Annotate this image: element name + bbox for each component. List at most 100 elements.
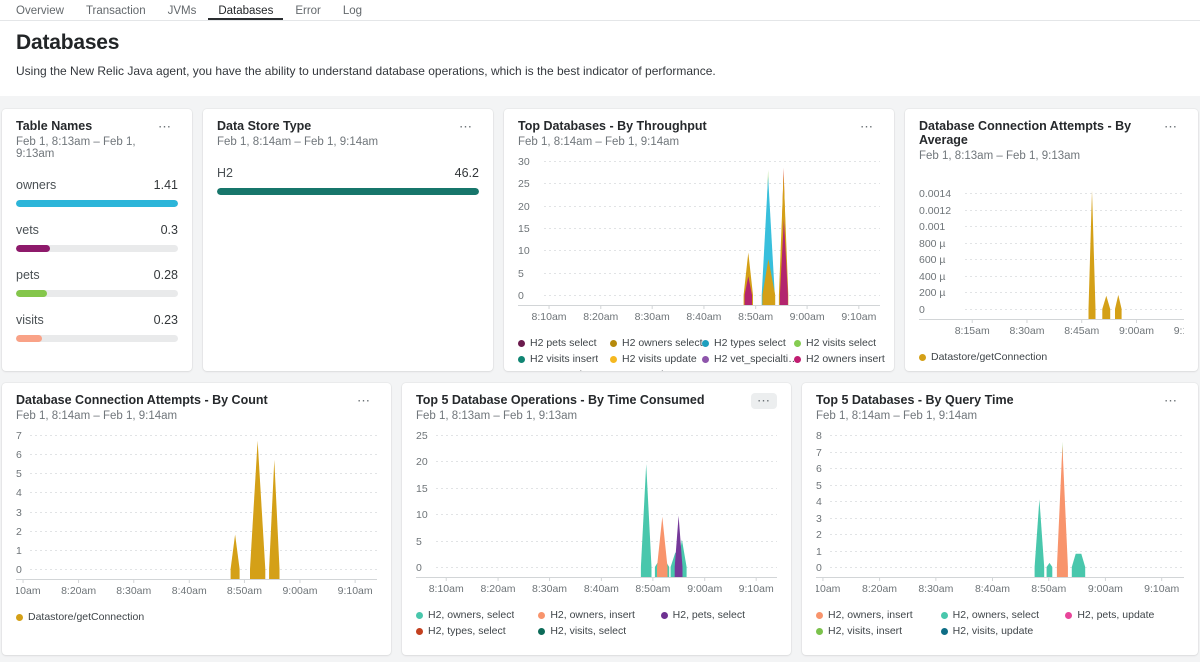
legend-item[interactable]: H2, visits, insert <box>816 625 902 637</box>
tab-transaction[interactable]: Transaction <box>76 0 156 20</box>
card-time-range: Feb 1, 8:13am – Feb 1, 9:13am <box>919 150 1158 162</box>
legend-label: H2, visits, select <box>550 625 626 637</box>
bar-value: 46.2 <box>455 166 479 180</box>
svg-text:8:15am: 8:15am <box>955 325 990 337</box>
svg-text:0.0014: 0.0014 <box>919 188 951 200</box>
svg-text:8:50am: 8:50am <box>1031 583 1066 595</box>
svg-text:9:10am: 9:10am <box>739 583 774 595</box>
tab-databases[interactable]: Databases <box>208 0 283 20</box>
card-menu-button[interactable]: ⋯ <box>854 119 880 135</box>
legend-item[interactable]: H2, pets, update <box>1065 609 1154 621</box>
svg-text:0: 0 <box>518 290 524 302</box>
legend-item[interactable]: H2, visits, select <box>538 625 626 637</box>
svg-text:6: 6 <box>16 449 22 461</box>
legend-item[interactable]: H2, owners, insert <box>538 609 635 621</box>
legend-color-dot <box>538 628 545 635</box>
legend-item[interactable]: H2 pets select <box>518 337 597 349</box>
bar-value: 0.28 <box>154 268 178 282</box>
svg-text:9:10am: 9:10am <box>1144 583 1179 595</box>
page-title: Databases <box>16 31 1184 55</box>
svg-text:20: 20 <box>416 456 428 468</box>
bar-track <box>16 290 178 297</box>
legend-color-dot <box>518 356 525 363</box>
legend-label: H2 types select <box>714 337 786 349</box>
legend-item[interactable]: H2 vets select <box>518 369 596 371</box>
bar-fill <box>217 188 479 195</box>
svg-text:0: 0 <box>816 562 822 574</box>
bar-value: 1.41 <box>154 178 178 192</box>
legend-label: H2 owners select <box>622 337 703 349</box>
svg-text:9:15am: 9:15am <box>1174 325 1184 337</box>
legend-item[interactable]: H2 vet_specialti… <box>702 353 799 365</box>
legend-color-dot <box>919 354 926 361</box>
svg-text:8:40am: 8:40am <box>686 311 721 323</box>
legend-label: H2 vet_specialti… <box>714 353 799 365</box>
legend-item[interactable]: H2 visits select <box>794 337 876 349</box>
legend-item[interactable]: H2, owners, insert <box>816 609 913 621</box>
svg-text:0: 0 <box>919 304 925 316</box>
page-description: Using the New Relic Java agent, you have… <box>16 64 1184 78</box>
svg-text:8:40am: 8:40am <box>584 583 619 595</box>
connection-average-area-chart[interactable]: 0200 µ400 µ600 µ800 µ0.0010.00120.00148:… <box>919 184 1184 343</box>
bar-track <box>16 200 178 207</box>
svg-text:10: 10 <box>518 245 530 257</box>
svg-text:8:20am: 8:20am <box>862 583 897 595</box>
svg-text:25: 25 <box>416 430 428 442</box>
card-menu-button[interactable]: ⋯ <box>1158 393 1184 409</box>
bar-label: vets <box>16 223 39 237</box>
chart-legend: Datastore/getConnection <box>16 611 377 623</box>
bar-label: visits <box>16 313 44 327</box>
legend-item[interactable]: H2, types, select <box>416 625 506 637</box>
svg-text:4: 4 <box>816 496 822 508</box>
svg-text:1: 1 <box>816 546 822 558</box>
legend-item[interactable]: Datastore/getConnection <box>16 611 144 623</box>
legend-item[interactable]: H2, visits, update <box>941 625 1034 637</box>
legend-item[interactable]: H2 visits update <box>610 353 697 365</box>
legend-label: H2 visits insert <box>530 353 598 365</box>
bar-label: H2 <box>217 166 233 180</box>
bar-fill <box>16 335 42 342</box>
query-time-area-chart[interactable]: 0123456788:10am8:20am8:30am8:40am8:50am9… <box>816 430 1184 601</box>
tab-log[interactable]: Log <box>333 0 372 20</box>
legend-item[interactable]: H2 pets insert <box>610 369 687 371</box>
dashboard: Table Names Feb 1, 8:13am – Feb 1, 9:13a… <box>0 96 1200 655</box>
card-menu-button[interactable]: ⋯ <box>751 393 777 409</box>
legend-color-dot <box>1065 612 1072 619</box>
legend-item[interactable]: H2 owners insert <box>794 353 885 365</box>
legend-color-dot <box>610 356 617 363</box>
operations-time-area-chart[interactable]: 05101520258:10am8:20am8:30am8:40am8:50am… <box>416 430 777 601</box>
connection-count-area-chart[interactable]: 012345678:10am8:20am8:30am8:40am8:50am9:… <box>16 430 377 603</box>
throughput-area-chart[interactable]: 0510152025308:10am8:20am8:30am8:40am8:50… <box>518 156 880 329</box>
card-menu-button[interactable]: ⋯ <box>152 119 178 135</box>
card-menu-button[interactable]: ⋯ <box>351 393 377 409</box>
card-time-range: Feb 1, 8:14am – Feb 1, 9:14am <box>518 136 707 148</box>
legend-item[interactable]: H2, owners, select <box>416 609 514 621</box>
legend-item[interactable]: H2 types select <box>702 337 786 349</box>
tab-jvms[interactable]: JVMs <box>158 0 207 20</box>
tab-error[interactable]: Error <box>285 0 331 20</box>
svg-text:8:10am: 8:10am <box>532 311 567 323</box>
legend-item[interactable]: H2 visits insert <box>518 353 598 365</box>
svg-text:9:00am: 9:00am <box>1088 583 1123 595</box>
tab-overview[interactable]: Overview <box>6 0 74 20</box>
svg-text:8:10am: 8:10am <box>816 583 841 595</box>
legend-color-dot <box>661 612 668 619</box>
svg-text:8:20am: 8:20am <box>583 311 618 323</box>
legend-label: H2, owners, select <box>953 609 1039 621</box>
legend-item[interactable]: H2, pets, select <box>661 609 745 621</box>
legend-item[interactable]: H2 owners select <box>610 337 703 349</box>
card-menu-button[interactable]: ⋯ <box>453 119 479 135</box>
bar-list: H2 46.2 <box>217 166 479 195</box>
svg-text:5: 5 <box>16 468 22 480</box>
svg-text:6: 6 <box>816 463 822 475</box>
legend-item[interactable]: H2, owners, select <box>941 609 1039 621</box>
svg-text:0.001: 0.001 <box>919 221 945 233</box>
legend-item[interactable]: Datastore/getConnection <box>919 351 1047 363</box>
legend-label: H2, owners, select <box>428 609 514 621</box>
card-connection-attempts-by-average: Database Connection Attempts - By Averag… <box>905 109 1198 371</box>
card-menu-button[interactable]: ⋯ <box>1158 119 1184 135</box>
svg-text:9:00am: 9:00am <box>687 583 722 595</box>
bar-fill <box>16 290 47 297</box>
legend-label: H2, pets, select <box>673 609 745 621</box>
svg-text:10: 10 <box>416 509 428 521</box>
